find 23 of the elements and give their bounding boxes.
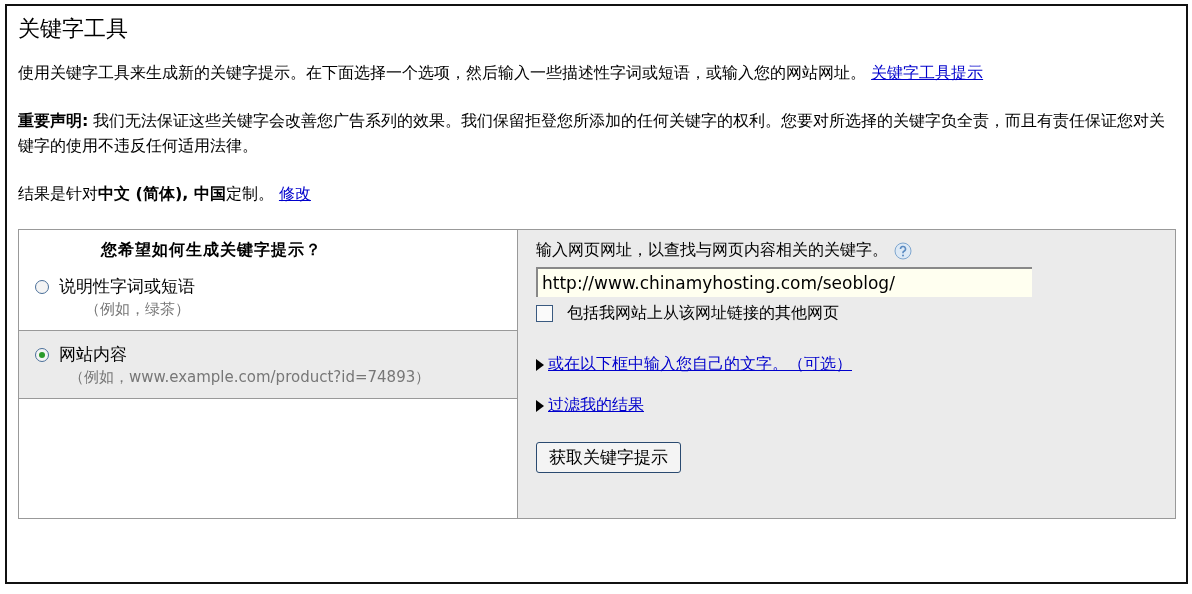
checkbox[interactable] [536,305,553,322]
get-keywords-button[interactable]: 获取关键字提示 [536,442,681,473]
option-label[interactable]: 网站内容 [59,343,127,366]
triangle-icon[interactable] [536,399,544,412]
option-label[interactable]: 说明性字词或短语 [59,275,195,298]
checkbox-label[interactable]: 包括我网站上从该网址链接的其他网页 [567,303,839,324]
expander-link[interactable]: 或在以下框中输入您自己的文字。（可选） [548,354,852,375]
radio-button[interactable] [35,279,49,294]
url-field[interactable]: http://www.chinamyhosting.com/seoblog/ [536,267,1032,297]
notice-text: 重要声明: 我们无法保证这些关键字会改善您广告系列的效果。我们保留拒登您所添加的任何关键字的权利。您要对所选择的关键字负全责，而且有责任保证您对关键字的使用不违反任何适用法律。 [18,110,1167,157]
tips-link[interactable]: 关键字工具提示 [871,63,984,82]
page-title: 关键字工具 [18,15,129,43]
change-link[interactable]: 修改 [278,184,311,203]
locale-text: 结果是针对中文 (简体), 中国定制。 修改 [18,183,312,205]
help-icon[interactable] [894,241,912,260]
url-prompt: 输入网页网址，以查找与网页内容相关的关键字。 [536,240,888,261]
expander-link[interactable]: 过滤我的结果 [548,395,644,416]
option-hint: （例如，绿茶） [84,299,191,320]
option-hint: （例如，www.example.com/product?id=74893） [68,367,432,388]
triangle-icon[interactable] [536,358,544,371]
options-heading: 您希望如何生成关键字提示？ [101,240,323,261]
radio-button[interactable] [35,347,49,362]
intro-text: 使用关键字工具来生成新的关键字提示。在下面选择一个选项，然后输入一些描述性字词或短语，或输入您的网站网址。 关键字工具提示 [18,62,985,84]
